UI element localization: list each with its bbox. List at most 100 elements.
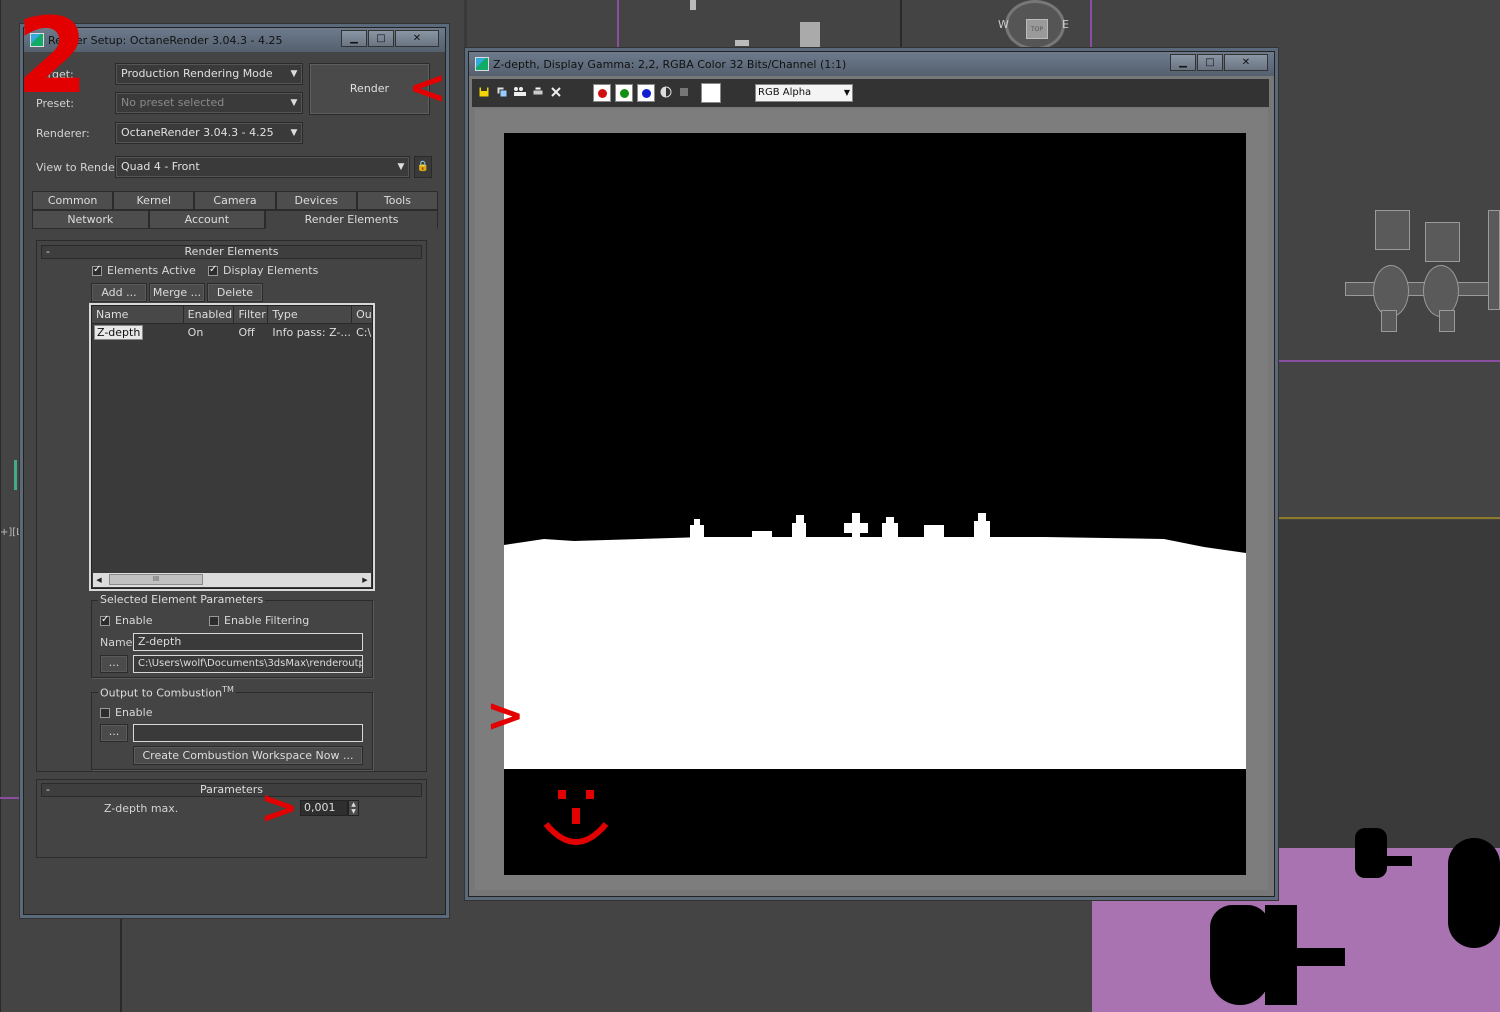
close-button[interactable]: ✕ bbox=[395, 30, 439, 47]
combustion-enable-label: Enable bbox=[115, 706, 153, 719]
render-elements-title: Render Elements bbox=[184, 245, 279, 258]
frame-buffer-titlebar[interactable]: Z-depth, Display Gamma: 2,2, RGBA Color … bbox=[469, 52, 1274, 76]
minimize-button[interactable]: ▁ bbox=[1170, 54, 1196, 71]
zdepth-max-spinner[interactable]: 0,001 ▲ ▼ bbox=[300, 800, 359, 816]
output-to-combustion-group: Output to CombustionTM Enable ... Create… bbox=[91, 685, 373, 770]
compass-west: W bbox=[998, 18, 1009, 31]
zdepth-max-label: Z-depth max. bbox=[104, 802, 179, 815]
maximize-button[interactable]: □ bbox=[1197, 54, 1223, 71]
element-enable-checkbox[interactable]: Enable bbox=[100, 614, 152, 627]
combustion-path-input[interactable] bbox=[133, 724, 363, 742]
spinner-arrows-icon[interactable]: ▲ ▼ bbox=[348, 800, 359, 816]
zdepth-image-svg bbox=[504, 133, 1246, 875]
green-dot-icon bbox=[620, 89, 629, 98]
lock-view-button[interactable]: 🔒 bbox=[414, 156, 432, 178]
column-name[interactable]: Name bbox=[92, 306, 184, 323]
checkbox-unchecked-icon bbox=[100, 707, 110, 718]
alpha-toggle-icon[interactable] bbox=[659, 86, 673, 100]
tab-render-elements[interactable]: Render Elements bbox=[265, 210, 438, 229]
chevron-down-icon: ▼ bbox=[397, 162, 405, 172]
mono-toggle-icon[interactable] bbox=[677, 86, 691, 100]
render-setup-window: Render Setup: OctaneRender 3.04.3 - 4.25… bbox=[23, 27, 446, 915]
elements-active-checkbox[interactable]: Elements Active bbox=[92, 264, 196, 277]
browse-combustion-button[interactable]: ... bbox=[100, 724, 128, 742]
element-name-cell: Z-depth bbox=[94, 325, 144, 340]
scroll-left-icon[interactable]: ◀ bbox=[93, 573, 105, 587]
spin-up-icon[interactable]: ▲ bbox=[351, 801, 356, 808]
view-to-render-dropdown[interactable]: Quad 4 - Front ▼ bbox=[115, 156, 410, 178]
scroll-thumb[interactable]: III bbox=[109, 574, 203, 585]
element-enabled-cell: On bbox=[187, 326, 204, 339]
render-elements-list[interactable]: Name Enabled Filter Type Ou Z-depth On O… bbox=[91, 305, 373, 589]
spin-down-icon[interactable]: ▼ bbox=[351, 808, 356, 815]
tab-kernel[interactable]: Kernel bbox=[113, 191, 195, 210]
target-dropdown[interactable]: Production Rendering Mode ▼ bbox=[115, 63, 303, 85]
print-icon[interactable] bbox=[531, 86, 545, 100]
combustion-enable-checkbox[interactable]: Enable bbox=[100, 706, 152, 719]
zdepth-max-value: 0,001 bbox=[304, 801, 336, 814]
minimize-button[interactable]: ▁ bbox=[341, 30, 367, 47]
tab-devices[interactable]: Devices bbox=[275, 191, 357, 210]
horizontal-scrollbar[interactable]: ◀ III ▶ bbox=[93, 573, 371, 587]
collapse-icon: - bbox=[46, 783, 50, 796]
render-elements-rollout-header[interactable]: - Render Elements bbox=[41, 245, 422, 259]
browse-output-button[interactable]: ... bbox=[100, 655, 128, 673]
element-filter-cell: Off bbox=[238, 326, 255, 339]
parameters-rollout-header[interactable]: - Parameters bbox=[41, 783, 422, 797]
red-channel-toggle[interactable] bbox=[593, 84, 611, 102]
background-color-swatch[interactable] bbox=[701, 83, 721, 103]
checkbox-checked-icon bbox=[208, 264, 218, 276]
column-type[interactable]: Type bbox=[268, 306, 353, 323]
3dsmax-app-icon bbox=[475, 57, 489, 71]
delete-element-button[interactable]: Delete bbox=[207, 283, 263, 302]
target-value: Production Rendering Mode bbox=[121, 67, 273, 80]
tab-common[interactable]: Common bbox=[32, 191, 114, 210]
close-button[interactable]: ✕ bbox=[1224, 54, 1268, 71]
column-filter[interactable]: Filter bbox=[234, 306, 269, 323]
parameters-panel: - Parameters Z-depth max. 0,001 ▲ ▼ bbox=[36, 779, 427, 858]
checkbox-checked-icon bbox=[100, 614, 110, 626]
scroll-right-icon[interactable]: ▶ bbox=[359, 573, 371, 587]
viewcube-face: TOP bbox=[1026, 19, 1048, 39]
tab-network[interactable]: Network bbox=[32, 210, 149, 229]
element-name-input[interactable]: Z-depth bbox=[133, 633, 363, 651]
merge-element-button[interactable]: Merge ... bbox=[149, 283, 205, 302]
save-icon[interactable] bbox=[477, 86, 491, 100]
tab-camera[interactable]: Camera bbox=[194, 191, 276, 210]
tab-tools[interactable]: Tools bbox=[356, 191, 439, 210]
add-element-button[interactable]: Add ... bbox=[91, 283, 147, 302]
copy-icon[interactable] bbox=[495, 86, 509, 100]
clear-icon[interactable] bbox=[549, 86, 563, 100]
green-channel-toggle[interactable] bbox=[615, 84, 633, 102]
create-combustion-workspace-button[interactable]: Create Combustion Workspace Now ... bbox=[133, 746, 363, 765]
renderer-value: OctaneRender 3.04.3 - 4.25 bbox=[121, 126, 274, 139]
elements-active-label: Elements Active bbox=[107, 264, 196, 277]
element-output-path-input[interactable]: C:\Users\wolf\Documents\3dsMax\renderout… bbox=[133, 655, 363, 673]
renderer-dropdown[interactable]: OctaneRender 3.04.3 - 4.25 ▼ bbox=[115, 122, 303, 144]
preset-value: No preset selected bbox=[121, 96, 225, 109]
checkbox-unchecked-icon bbox=[209, 615, 219, 626]
smiley-annotation-icon bbox=[540, 786, 612, 850]
element-enable-label: Enable bbox=[115, 614, 153, 627]
viewcube[interactable]: TOP bbox=[1005, 0, 1065, 50]
blue-channel-toggle[interactable] bbox=[637, 84, 655, 102]
zdepth-render-image bbox=[504, 133, 1246, 875]
maximize-button[interactable]: □ bbox=[368, 30, 394, 47]
table-row[interactable]: Z-depth On Off Info pass: Z-... C:\ bbox=[92, 324, 372, 342]
display-elements-checkbox[interactable]: Display Elements bbox=[208, 264, 318, 277]
view-to-render-label: View to Render: bbox=[36, 161, 123, 174]
column-output[interactable]: Ou bbox=[352, 306, 372, 323]
render-button-arrow-annotation: < bbox=[408, 60, 447, 114]
enable-filtering-checkbox[interactable]: Enable Filtering bbox=[209, 614, 309, 627]
column-enabled[interactable]: Enabled bbox=[184, 306, 235, 323]
chevron-down-icon: ▼ bbox=[290, 98, 298, 108]
tab-account[interactable]: Account bbox=[148, 210, 266, 229]
preset-dropdown[interactable]: No preset selected ▼ bbox=[115, 92, 303, 114]
blue-dot-icon bbox=[642, 89, 651, 98]
checkbox-checked-icon bbox=[92, 264, 102, 276]
display-channel-dropdown[interactable]: RGB Alpha ▼ bbox=[755, 84, 853, 102]
clone-icon[interactable] bbox=[513, 86, 527, 100]
element-name-label: Name: bbox=[100, 636, 137, 649]
enable-filtering-label: Enable Filtering bbox=[224, 614, 310, 627]
trademark-mark: TM bbox=[222, 685, 234, 694]
